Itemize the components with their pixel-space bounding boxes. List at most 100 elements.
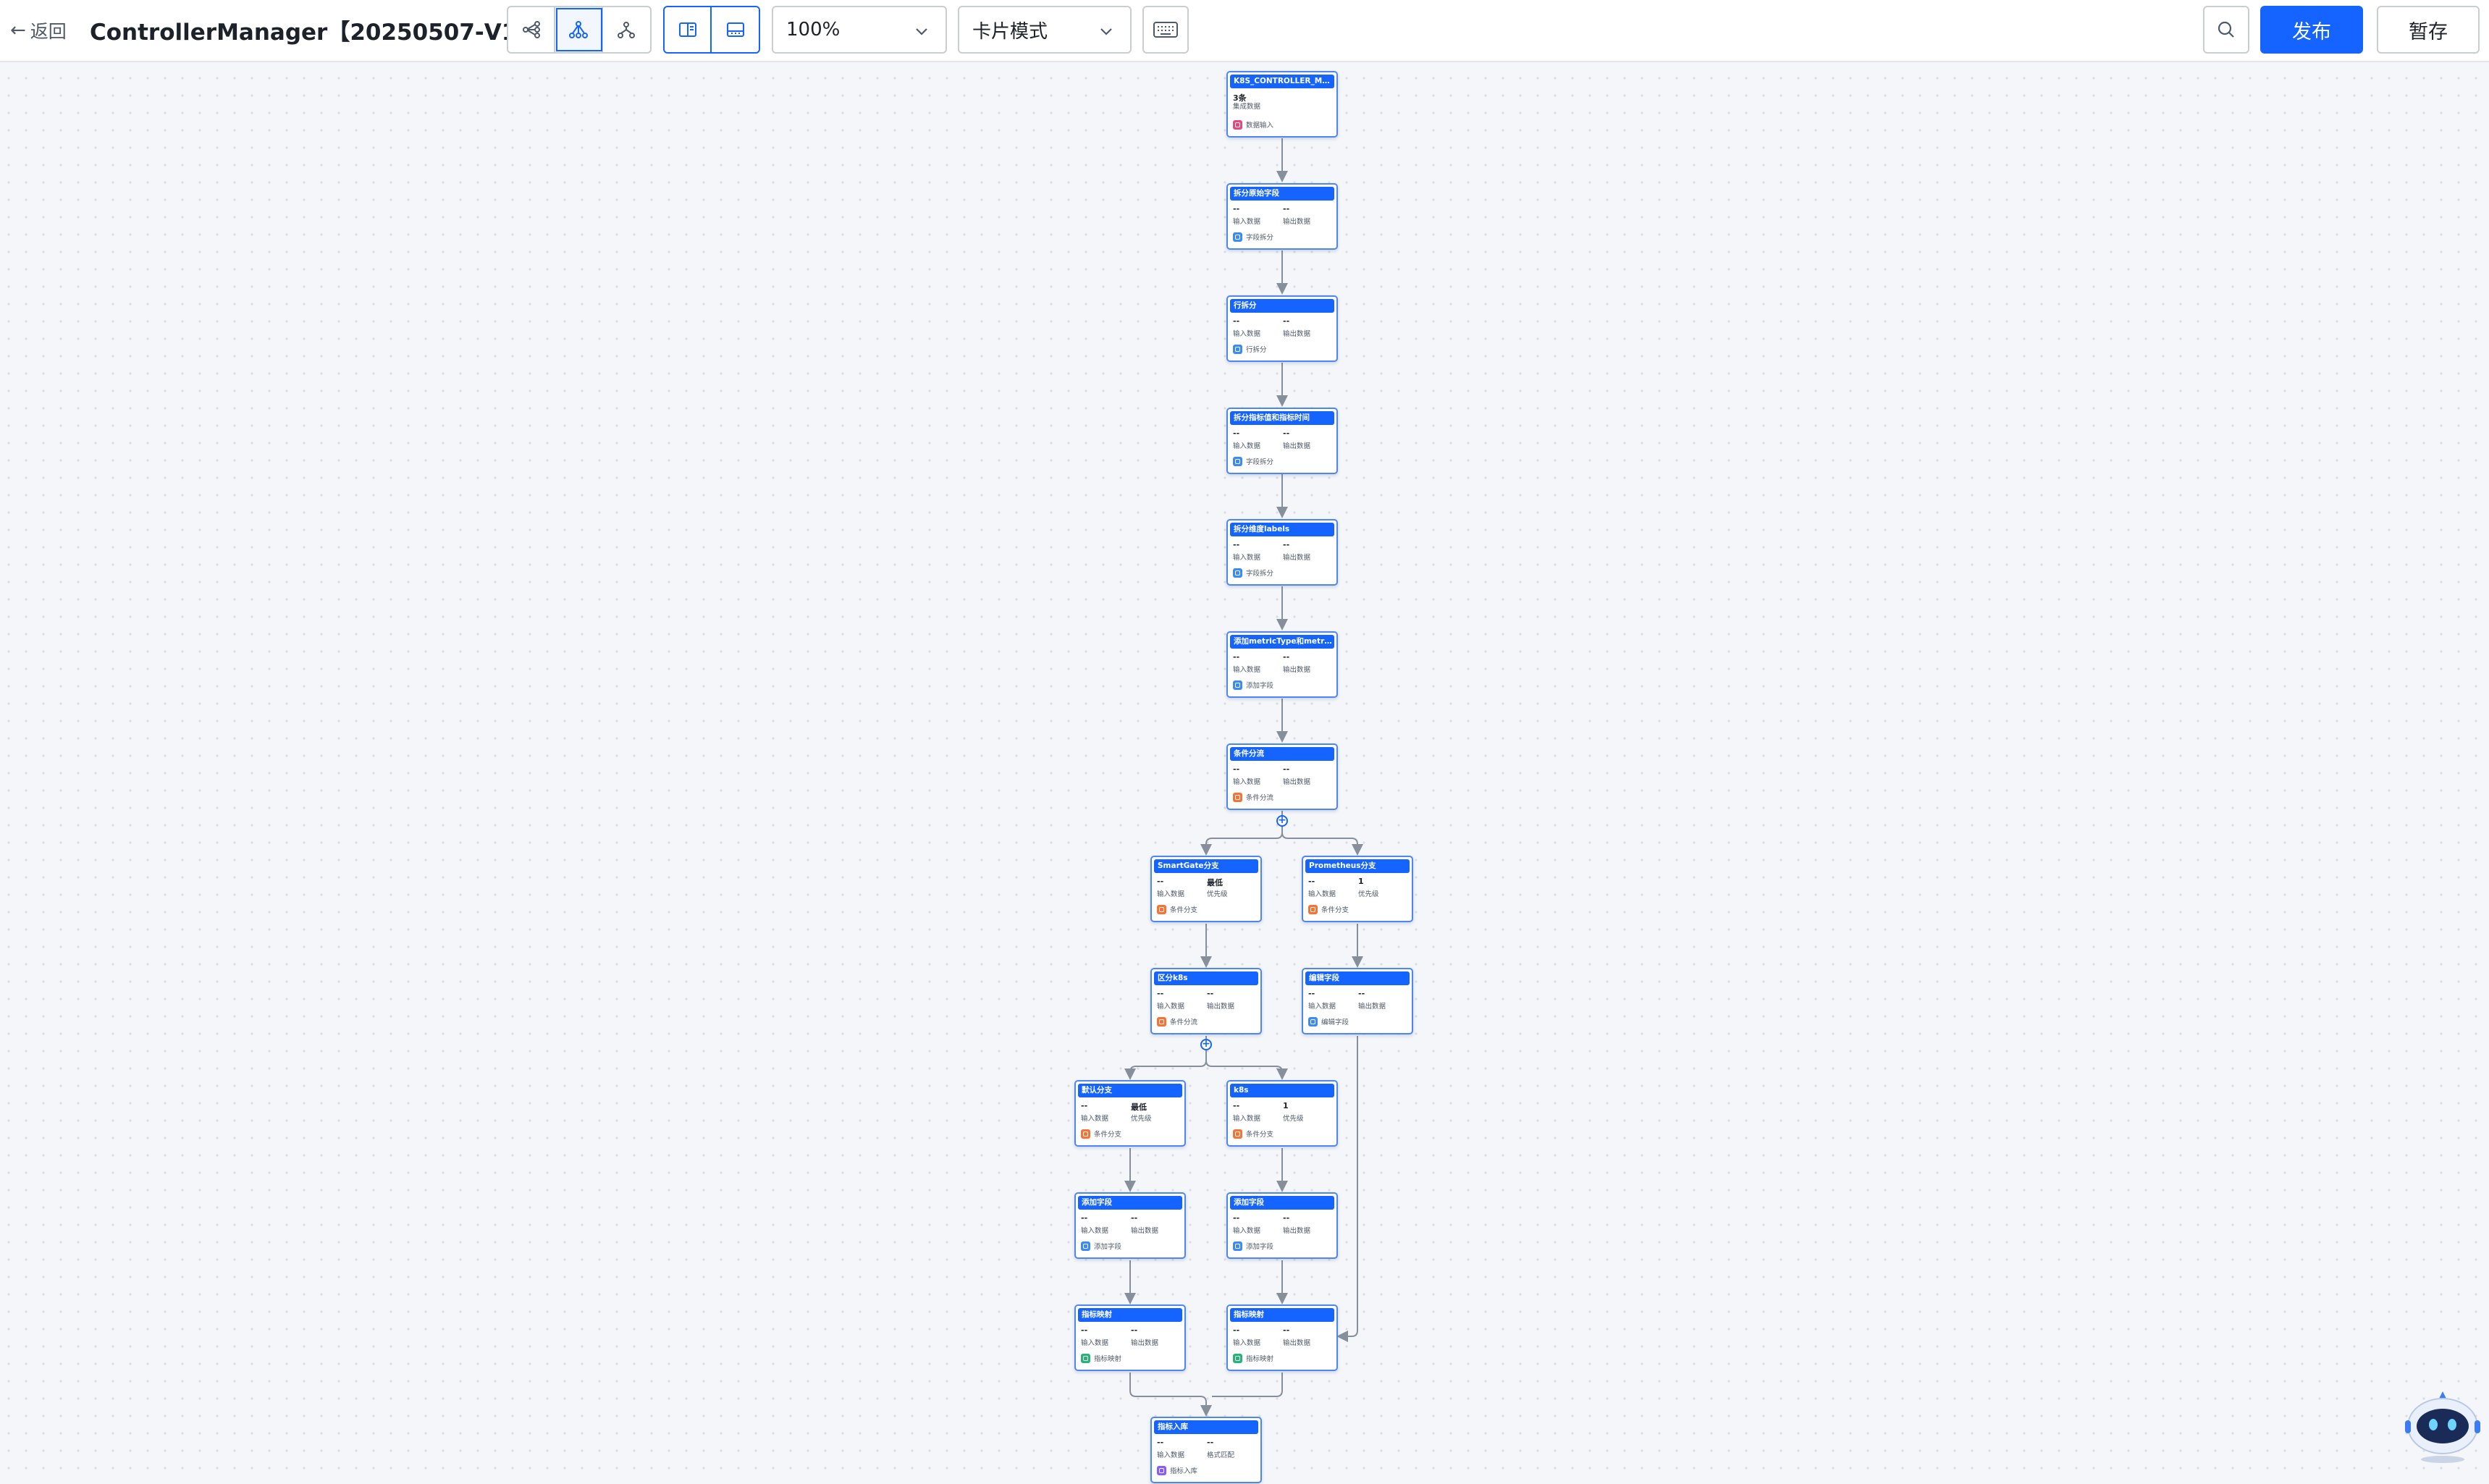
node-label-output: 输出数据 <box>1283 218 1311 226</box>
condition-branch-icon <box>1157 904 1166 914</box>
condition-branch-icon <box>1081 1129 1090 1139</box>
node-title: 添加metricType和metric... <box>1230 635 1334 649</box>
node-type: 条件分支 <box>1170 906 1198 914</box>
node-add-metric-type[interactable]: 添加metricType和metric... -- -- 输入数据 输出数据 添… <box>1226 631 1338 698</box>
node-add-field-left[interactable]: 添加字段 -- -- 输入数据 输出数据 添加字段 <box>1074 1192 1186 1259</box>
node-title: 拆分原始字段 <box>1230 187 1334 201</box>
node-title: SmartGate分支 <box>1154 859 1258 873</box>
node-label-input: 输入数据 <box>1233 218 1261 226</box>
node-row-split[interactable]: 行拆分 -- -- 输入数据 输出数据 行拆分 <box>1226 295 1338 362</box>
node-value-input: -- <box>1081 1101 1088 1110</box>
node-value-input: -- <box>1233 1325 1240 1335</box>
node-title: Prometheus分支 <box>1305 859 1410 873</box>
node-label-output: 输出数据 <box>1207 1003 1235 1011</box>
node-value-output: -- <box>1283 764 1290 774</box>
node-label-output: 输出数据 <box>1131 1227 1159 1235</box>
node-value-input: -- <box>1081 1325 1088 1335</box>
edge <box>1212 1373 1283 1397</box>
node-value-priority: 1 <box>1283 1101 1289 1110</box>
node-value-input: -- <box>1233 1213 1240 1223</box>
condition-branch-icon <box>1233 1129 1242 1139</box>
node-label-priority: 优先级 <box>1207 890 1228 898</box>
node-value-output: -- <box>1283 429 1290 438</box>
node-value-input: -- <box>1233 1101 1240 1110</box>
add-field-icon <box>1233 680 1242 690</box>
node-default-branch[interactable]: 默认分支 -- 最低 输入数据 优先级 条件分支 <box>1074 1080 1186 1147</box>
node-title: 行拆分 <box>1230 299 1334 313</box>
row-split-icon <box>1233 344 1242 354</box>
node-condition-split[interactable]: 条件分流 -- -- 输入数据 输出数据 条件分流 <box>1226 743 1338 810</box>
node-label-priority: 优先级 <box>1358 890 1379 898</box>
add-branch-button[interactable]: + <box>1276 815 1288 827</box>
node-title: 区分k8s <box>1154 971 1258 985</box>
node-label-output: 输出数据 <box>1131 1339 1159 1347</box>
node-label-input: 输入数据 <box>1233 1339 1261 1347</box>
node-title: 指标映射 <box>1230 1308 1334 1322</box>
condition-split-icon <box>1157 1016 1166 1026</box>
node-label-output: 输出数据 <box>1283 554 1311 562</box>
robot-icon <box>2405 1391 2480 1463</box>
node-type: 指标入库 <box>1170 1467 1198 1475</box>
field-split-icon <box>1233 456 1242 466</box>
metric-mapping-icon <box>1081 1353 1090 1363</box>
node-label-input: 输入数据 <box>1157 1003 1185 1011</box>
node-type: 条件分流 <box>1170 1019 1198 1026</box>
node-title: 默认分支 <box>1078 1084 1182 1097</box>
node-distinguish-k8s[interactable]: 区分k8s -- -- 输入数据 输出数据 条件分流 <box>1150 968 1262 1034</box>
node-label-input: 输入数据 <box>1157 1451 1185 1459</box>
edge <box>1200 811 1283 856</box>
node-value-output: -- <box>1283 204 1290 214</box>
node-title: 指标入库 <box>1154 1420 1258 1434</box>
node-value-input: -- <box>1233 652 1240 662</box>
node-label-input: 输入数据 <box>1081 1115 1109 1123</box>
node-label-input: 输入数据 <box>1308 1003 1336 1011</box>
node-value-input: -- <box>1157 1438 1164 1447</box>
node-value-input: -- <box>1233 204 1240 214</box>
node-value-input: -- <box>1233 540 1240 549</box>
node-split-labels[interactable]: 拆分维度labels -- -- 输入数据 输出数据 字段拆分 <box>1226 519 1338 586</box>
node-label-output: 输出数据 <box>1283 666 1311 674</box>
node-type: 添加字段 <box>1246 1243 1274 1251</box>
node-label-priority: 优先级 <box>1283 1115 1304 1123</box>
field-split-icon <box>1233 232 1242 242</box>
node-k8s-input[interactable]: K8S_CONTROLLER_MA... 3条 集成数据 数据输入 <box>1226 71 1338 138</box>
node-label-output: 输出数据 <box>1283 442 1311 450</box>
node-value-input: -- <box>1308 877 1315 886</box>
node-label-input: 集成数据 <box>1233 103 1261 111</box>
node-type: 指标映射 <box>1094 1355 1122 1363</box>
node-value-output: -- <box>1283 652 1290 662</box>
node-label-input: 输入数据 <box>1233 330 1261 338</box>
field-split-icon <box>1233 568 1242 578</box>
node-k8s-branch[interactable]: k8s -- 1 输入数据 优先级 条件分支 <box>1226 1080 1338 1147</box>
node-value-input: -- <box>1233 429 1240 438</box>
node-value-priority: 1 <box>1358 877 1364 886</box>
node-type: 字段拆分 <box>1246 458 1274 466</box>
node-title: 编辑字段 <box>1305 971 1410 985</box>
add-branch-button[interactable]: + <box>1200 1039 1212 1050</box>
node-label-output: 输出数据 <box>1283 1227 1311 1235</box>
node-type: 指标映射 <box>1246 1355 1274 1363</box>
node-type: 条件分支 <box>1321 906 1349 914</box>
node-label-input: 输入数据 <box>1233 666 1261 674</box>
node-title: 添加字段 <box>1078 1196 1182 1210</box>
node-metric-mapping-right[interactable]: 指标映射 -- -- 输入数据 输出数据 指标映射 <box>1226 1304 1338 1371</box>
node-metric-storage[interactable]: 指标入库 -- -- 输入数据 格式匹配 指标入库 <box>1150 1417 1262 1483</box>
node-value-format: -- <box>1207 1438 1214 1447</box>
node-split-metric-time[interactable]: 拆分指标值和指标时间 -- -- 输入数据 输出数据 字段拆分 <box>1226 408 1338 474</box>
edge <box>1281 832 1363 856</box>
node-value-input: -- <box>1157 989 1164 998</box>
edge <box>1129 1373 1212 1417</box>
add-field-icon <box>1081 1241 1090 1251</box>
node-label-priority: 优先级 <box>1131 1115 1152 1123</box>
node-split-raw-field[interactable]: 拆分原始字段 -- -- 输入数据 输出数据 字段拆分 <box>1226 183 1338 250</box>
node-value-output: -- <box>1283 1213 1290 1223</box>
node-add-field-right[interactable]: 添加字段 -- -- 输入数据 输出数据 添加字段 <box>1226 1192 1338 1259</box>
node-prometheus-branch[interactable]: Prometheus分支 -- 1 输入数据 优先级 条件分支 <box>1302 856 1413 922</box>
node-label-input: 输入数据 <box>1233 778 1261 786</box>
data-input-icon <box>1233 119 1242 130</box>
node-value-input: -- <box>1233 316 1240 326</box>
node-edit-field[interactable]: 编辑字段 -- -- 输入数据 输出数据 编辑字段 <box>1302 968 1413 1034</box>
node-metric-mapping-left[interactable]: 指标映射 -- -- 输入数据 输出数据 指标映射 <box>1074 1304 1186 1371</box>
ai-assistant-button[interactable] <box>2402 1384 2483 1465</box>
node-smartgate-branch[interactable]: SmartGate分支 -- 最低 输入数据 优先级 条件分支 <box>1150 856 1262 922</box>
